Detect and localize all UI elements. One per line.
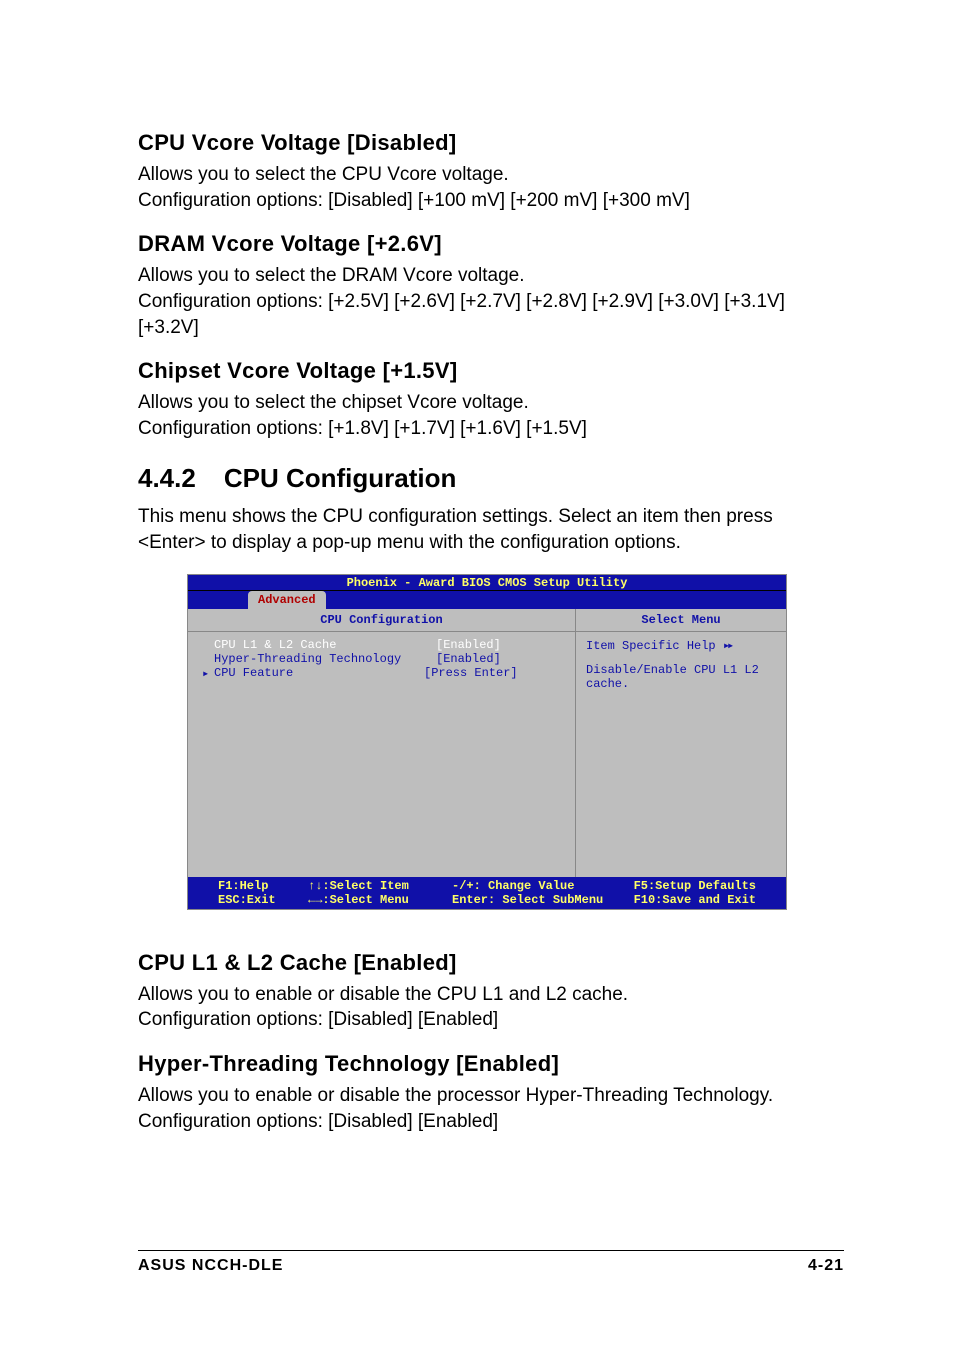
text-line: Configuration options: [Disabled] [Enabl… <box>138 1111 498 1132</box>
bios-tab-row: Advanced <box>188 591 786 609</box>
page-footer: ASUS NCCH-DLE 4-21 <box>138 1250 844 1275</box>
paragraph: Allows you to enable or disable the CPU … <box>138 982 836 1033</box>
submenu-arrow-icon <box>202 638 214 652</box>
bios-row-cpu-cache[interactable]: CPU L1 & L2 Cache [Enabled] <box>202 638 561 652</box>
submenu-arrow-icon <box>202 652 214 666</box>
bios-help-title: Item Specific Help ▸▸ <box>586 638 776 653</box>
bios-columns: CPU Configuration CPU L1 & L2 Cache [Ena… <box>188 609 786 877</box>
paragraph: This menu shows the CPU configuration se… <box>138 504 836 555</box>
footer-right: 4-21 <box>808 1257 844 1275</box>
paragraph: Allows you to select the chipset Vcore v… <box>138 390 836 441</box>
bios-footer-col: ↑↓:Select Item ←→:Select Menu <box>308 879 452 907</box>
bios-footer-col: F1:Help ESC:Exit <box>218 879 308 907</box>
text-line: Allows you to select the CPU Vcore volta… <box>138 164 509 185</box>
text-line: Configuration options: [+2.5V] [+2.6V] [… <box>138 291 785 338</box>
text-line: Allows you to select the DRAM Vcore volt… <box>138 265 525 286</box>
bios-row-hyper-threading[interactable]: Hyper-Threading Technology [Enabled] <box>202 652 561 666</box>
heading-4-4-2: 4.4.2 CPU Configuration <box>138 463 836 494</box>
bios-row-value: [Press Enter] <box>424 666 518 681</box>
bios-row-value: [Enabled] <box>436 638 501 652</box>
heading-cpu-vcore-voltage: CPU Vcore Voltage [Disabled] <box>138 130 836 156</box>
bios-help-title-text: Item Specific Help <box>586 639 716 653</box>
submenu-arrow-icon: ▸ <box>202 666 214 681</box>
text-line: Allows you to enable or disable the proc… <box>138 1085 773 1106</box>
text-line: Configuration options: [Disabled] [+100 … <box>138 190 690 211</box>
bios-left-header: CPU Configuration <box>188 609 575 632</box>
bios-footer-col: F5:Setup Defaults F10:Save and Exit <box>634 879 756 907</box>
paragraph: Allows you to select the DRAM Vcore volt… <box>138 263 836 340</box>
text-line: Configuration options: [+1.8V] [+1.7V] [… <box>138 418 587 439</box>
paragraph: Allows you to select the CPU Vcore volta… <box>138 162 836 213</box>
footer-key: F1:Help <box>218 879 268 893</box>
bios-right-header: Select Menu <box>576 609 786 632</box>
bios-row-cpu-feature[interactable]: ▸ CPU Feature [Press Enter] <box>202 666 561 681</box>
bios-row-label: CPU Feature <box>214 666 424 681</box>
bios-footer-col: -/+: Change Value Enter: Select SubMenu <box>452 879 634 907</box>
footer-key: Enter: Select SubMenu <box>452 893 603 907</box>
footer-key: -/+: Change Value <box>452 879 574 893</box>
paragraph: Allows you to enable or disable the proc… <box>138 1083 836 1134</box>
document-page: CPU Vcore Voltage [Disabled] Allows you … <box>0 0 954 1351</box>
bios-row-value: [Enabled] <box>436 652 501 666</box>
bios-title-bar: Phoenix - Award BIOS CMOS Setup Utility <box>188 575 786 591</box>
footer-key: F10:Save and Exit <box>634 893 756 907</box>
heading-title: CPU Configuration <box>224 463 457 493</box>
text-line: Allows you to select the chipset Vcore v… <box>138 392 529 413</box>
bios-screenshot: Phoenix - Award BIOS CMOS Setup Utility … <box>187 574 787 910</box>
text-line: Configuration options: [Disabled] [Enabl… <box>138 1009 498 1030</box>
double-arrow-icon: ▸▸ <box>723 639 731 653</box>
bios-window: Phoenix - Award BIOS CMOS Setup Utility … <box>187 574 787 910</box>
bios-help-body: Item Specific Help ▸▸ Disable/Enable CPU… <box>576 632 786 877</box>
bios-row-label: Hyper-Threading Technology <box>214 652 436 666</box>
heading-hyper-threading: Hyper-Threading Technology [Enabled] <box>138 1051 836 1077</box>
footer-key: ←→:Select Menu <box>308 893 409 907</box>
bios-footer-bar: F1:Help ESC:Exit ↑↓:Select Item ←→:Selec… <box>188 877 786 909</box>
bios-help-text: Disable/Enable CPU L1 L2 cache. <box>586 663 776 691</box>
bios-tab-advanced[interactable]: Advanced <box>248 591 326 609</box>
heading-number: 4.4.2 <box>138 463 196 493</box>
footer-key: F5:Setup Defaults <box>634 879 756 893</box>
footer-key: ↑↓:Select Item <box>308 879 409 893</box>
bios-config-list: CPU L1 & L2 Cache [Enabled] Hyper-Thread… <box>188 632 575 877</box>
text-line: Allows you to enable or disable the CPU … <box>138 984 628 1005</box>
bios-right-pane: Select Menu Item Specific Help ▸▸ Disabl… <box>576 609 786 877</box>
heading-chipset-vcore-voltage: Chipset Vcore Voltage [+1.5V] <box>138 358 836 384</box>
heading-dram-vcore-voltage: DRAM Vcore Voltage [+2.6V] <box>138 231 836 257</box>
heading-cpu-l1-l2-cache: CPU L1 & L2 Cache [Enabled] <box>138 950 836 976</box>
bios-row-label: CPU L1 & L2 Cache <box>214 638 436 652</box>
footer-left: ASUS NCCH-DLE <box>138 1257 283 1275</box>
footer-key: ESC:Exit <box>218 893 276 907</box>
bios-left-pane: CPU Configuration CPU L1 & L2 Cache [Ena… <box>188 609 576 877</box>
